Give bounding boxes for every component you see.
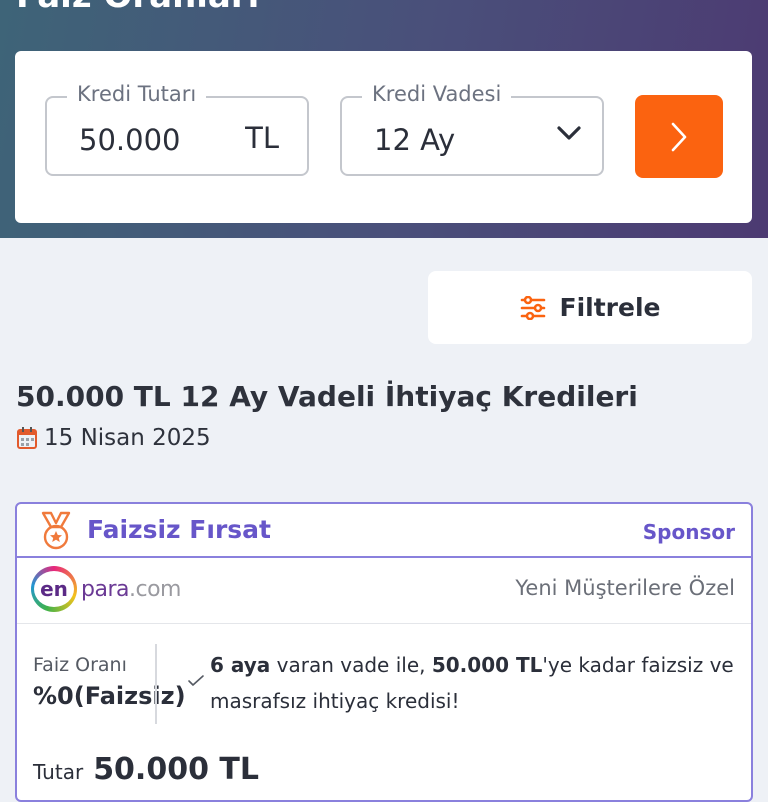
- bank-logo-badge-text: en: [34, 571, 74, 607]
- loan-amount-legend: Kredi Tutarı: [67, 82, 207, 106]
- offer-amount-label: Tutar: [33, 760, 84, 784]
- chevron-down-icon: [557, 126, 581, 140]
- bank-logo-text: para.com: [81, 577, 181, 602]
- bank-logo-domain: .com: [128, 576, 181, 602]
- currency-unit: TL: [245, 121, 279, 155]
- results-heading: 50.000 TL 12 Ay Vadeli İhtiyaç Kredileri: [16, 380, 638, 413]
- offer-card-header: Faizsiz Fırsat Sponsor: [17, 504, 751, 558]
- bank-logo[interactable]: en para.com: [31, 566, 181, 612]
- offer-audience-note: Yeni Müşterilere Özel: [515, 576, 735, 600]
- loan-term-select[interactable]: Kredi Vadesi 12 Ay: [340, 82, 604, 176]
- offer-desc-months: 6 aya: [210, 653, 271, 677]
- sliders-icon: [520, 295, 545, 320]
- offer-tag: Faizsiz Fırsat: [87, 515, 271, 544]
- calendar-icon: [17, 427, 37, 449]
- page-title: Faiz Oranları: [16, 0, 259, 16]
- medal-icon: [41, 511, 71, 550]
- divider: [155, 644, 157, 724]
- loan-search-card: Kredi Tutarı 50.000 TL Kredi Vadesi 12 A…: [15, 51, 752, 223]
- filter-button[interactable]: Filtrele: [428, 271, 752, 344]
- bank-logo-word: para: [81, 576, 129, 602]
- filter-label: Filtrele: [559, 293, 661, 322]
- offer-card[interactable]: Faizsiz Fırsat Sponsor en para.com Yeni …: [15, 502, 753, 802]
- loan-amount-field[interactable]: Kredi Tutarı 50.000 TL: [45, 82, 309, 176]
- check-icon: [188, 675, 204, 686]
- offer-amount-value: 50.000 TL: [93, 752, 259, 787]
- offer-description: 6 aya varan vade ile, 50.000 TL'ye kadar…: [210, 647, 740, 719]
- loan-term-value: 12 Ay: [374, 123, 456, 157]
- sponsor-label[interactable]: Sponsor: [643, 520, 735, 544]
- bank-logo-badge: en: [31, 566, 77, 612]
- search-submit-button[interactable]: [635, 95, 723, 178]
- interest-rate-label: Faiz Oranı: [33, 654, 127, 676]
- results-date: 15 Nisan 2025: [16, 425, 211, 451]
- hero-banner: Faiz Oranları Kredi Tutarı 50.000 TL Kre…: [0, 0, 768, 238]
- loan-amount-input[interactable]: 50.000: [79, 123, 180, 157]
- chevron-right-icon: [671, 122, 687, 151]
- bank-row: en para.com Yeni Müşterilere Özel: [17, 558, 751, 624]
- results-date-text: 15 Nisan 2025: [44, 425, 211, 451]
- offer-amount-row: Tutar 50.000 TL: [33, 752, 259, 787]
- loan-term-legend: Kredi Vadesi: [362, 82, 512, 106]
- interest-rate-value: %0(Faizsiz): [33, 682, 186, 710]
- offer-desc-amount: 50.000 TL: [431, 653, 543, 677]
- offer-desc-text1: varan vade ile,: [270, 653, 432, 677]
